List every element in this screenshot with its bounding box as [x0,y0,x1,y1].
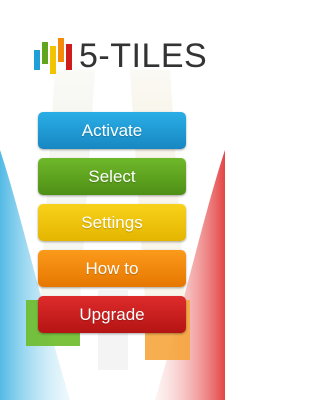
settings-button[interactable]: Settings [38,204,186,241]
activate-button[interactable]: Activate [38,112,186,149]
app-logo: 5-TILES [34,36,207,76]
select-button[interactable]: Select [38,158,186,195]
app-title: 5-TILES [79,37,208,75]
how-to-button[interactable]: How to [38,250,186,287]
five-tiles-logo-icon [34,38,72,74]
upgrade-button[interactable]: Upgrade [38,296,186,333]
main-menu: Activate Select Settings How to Upgrade [38,112,186,342]
